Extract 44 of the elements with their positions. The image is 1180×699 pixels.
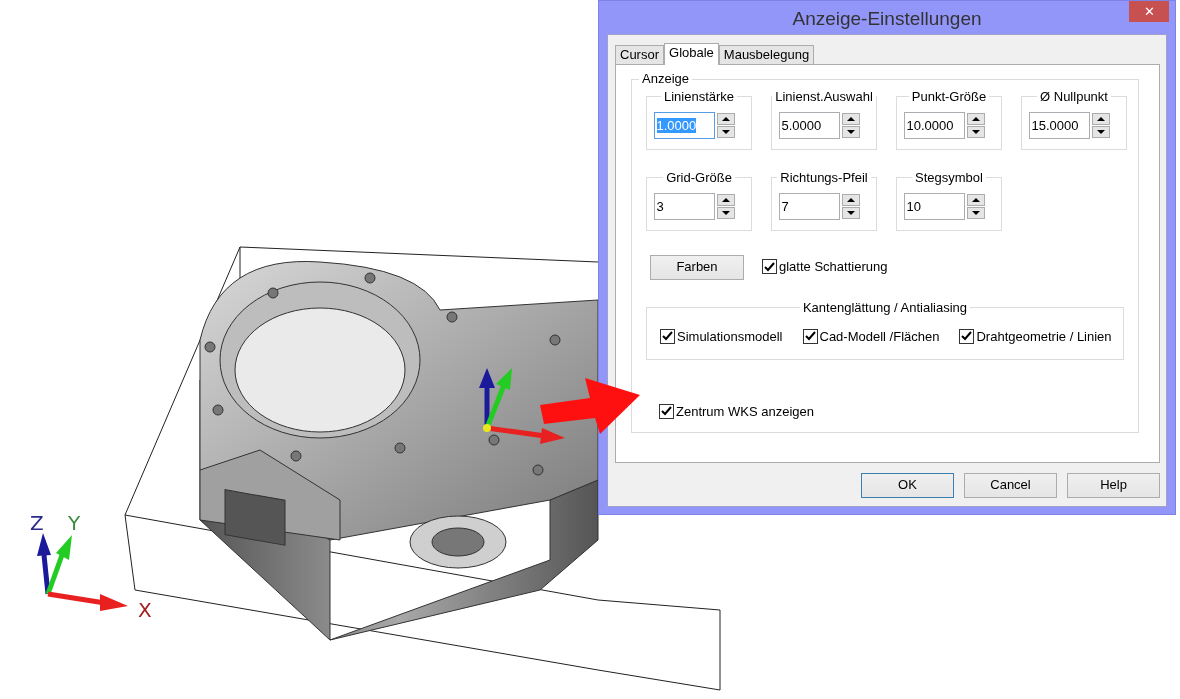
dialog-button[interactable]: Help [1067, 472, 1160, 498]
spin-down-button[interactable] [716, 206, 735, 219]
checkbox[interactable] [660, 328, 675, 344]
spin-down-button[interactable] [841, 206, 860, 219]
spin-up-button[interactable] [1091, 112, 1110, 125]
coordinate-triad-icon [479, 368, 565, 444]
spin-up-button[interactable] [841, 112, 860, 125]
dialog-button[interactable]: Cancel [964, 472, 1057, 498]
tab[interactable]: Mausbelegung [718, 44, 815, 64]
checkbox[interactable] [802, 328, 818, 344]
axis-label: Z [30, 511, 44, 535]
checkbox-label: Simulationsmodell [677, 327, 783, 346]
spin-up-button[interactable] [716, 112, 735, 125]
colors-button[interactable]: Farben [650, 254, 744, 280]
axis-label: X [138, 598, 152, 622]
number-field[interactable]: 3 [653, 192, 715, 220]
axis-label: Y [68, 511, 81, 535]
dialog-title: Anzeige-Einstellungen [792, 7, 982, 31]
spin-down-button[interactable] [966, 125, 985, 138]
spin-down-button[interactable] [966, 206, 985, 219]
number-field[interactable]: 5.0000 [778, 111, 840, 139]
number-field[interactable]: 15.0000 [1028, 111, 1090, 139]
checkbox[interactable] [959, 328, 975, 344]
tab[interactable]: Cursor [615, 44, 664, 64]
dialog-button[interactable]: OK [861, 472, 954, 498]
spin-up-button[interactable] [841, 193, 860, 206]
checkbox-label: glatte Schattierung [779, 257, 888, 276]
spin-up-button[interactable] [716, 193, 735, 206]
checkbox-label: Drahtgeometrie / Linien [976, 327, 1112, 346]
number-field[interactable]: 10.0000 [903, 111, 965, 139]
close-button[interactable]: ✕ [1129, 1, 1169, 22]
spin-down-button[interactable] [1091, 125, 1110, 138]
number-field[interactable]: 7 [778, 192, 840, 220]
spin-up-button[interactable] [966, 193, 985, 206]
tab[interactable]: Globale [664, 42, 719, 65]
axis-triad-icon [37, 533, 128, 611]
checkbox[interactable] [762, 259, 777, 275]
checkbox-label: Zentrum WKS anzeigen [676, 402, 814, 421]
spin-down-button[interactable] [841, 125, 860, 138]
checkbox-label: Cad-Modell /Flächen [819, 327, 940, 346]
number-field[interactable]: 10 [903, 192, 965, 220]
spin-up-button[interactable] [966, 112, 985, 125]
checkbox[interactable] [659, 403, 674, 419]
spin-down-button[interactable] [716, 125, 735, 138]
